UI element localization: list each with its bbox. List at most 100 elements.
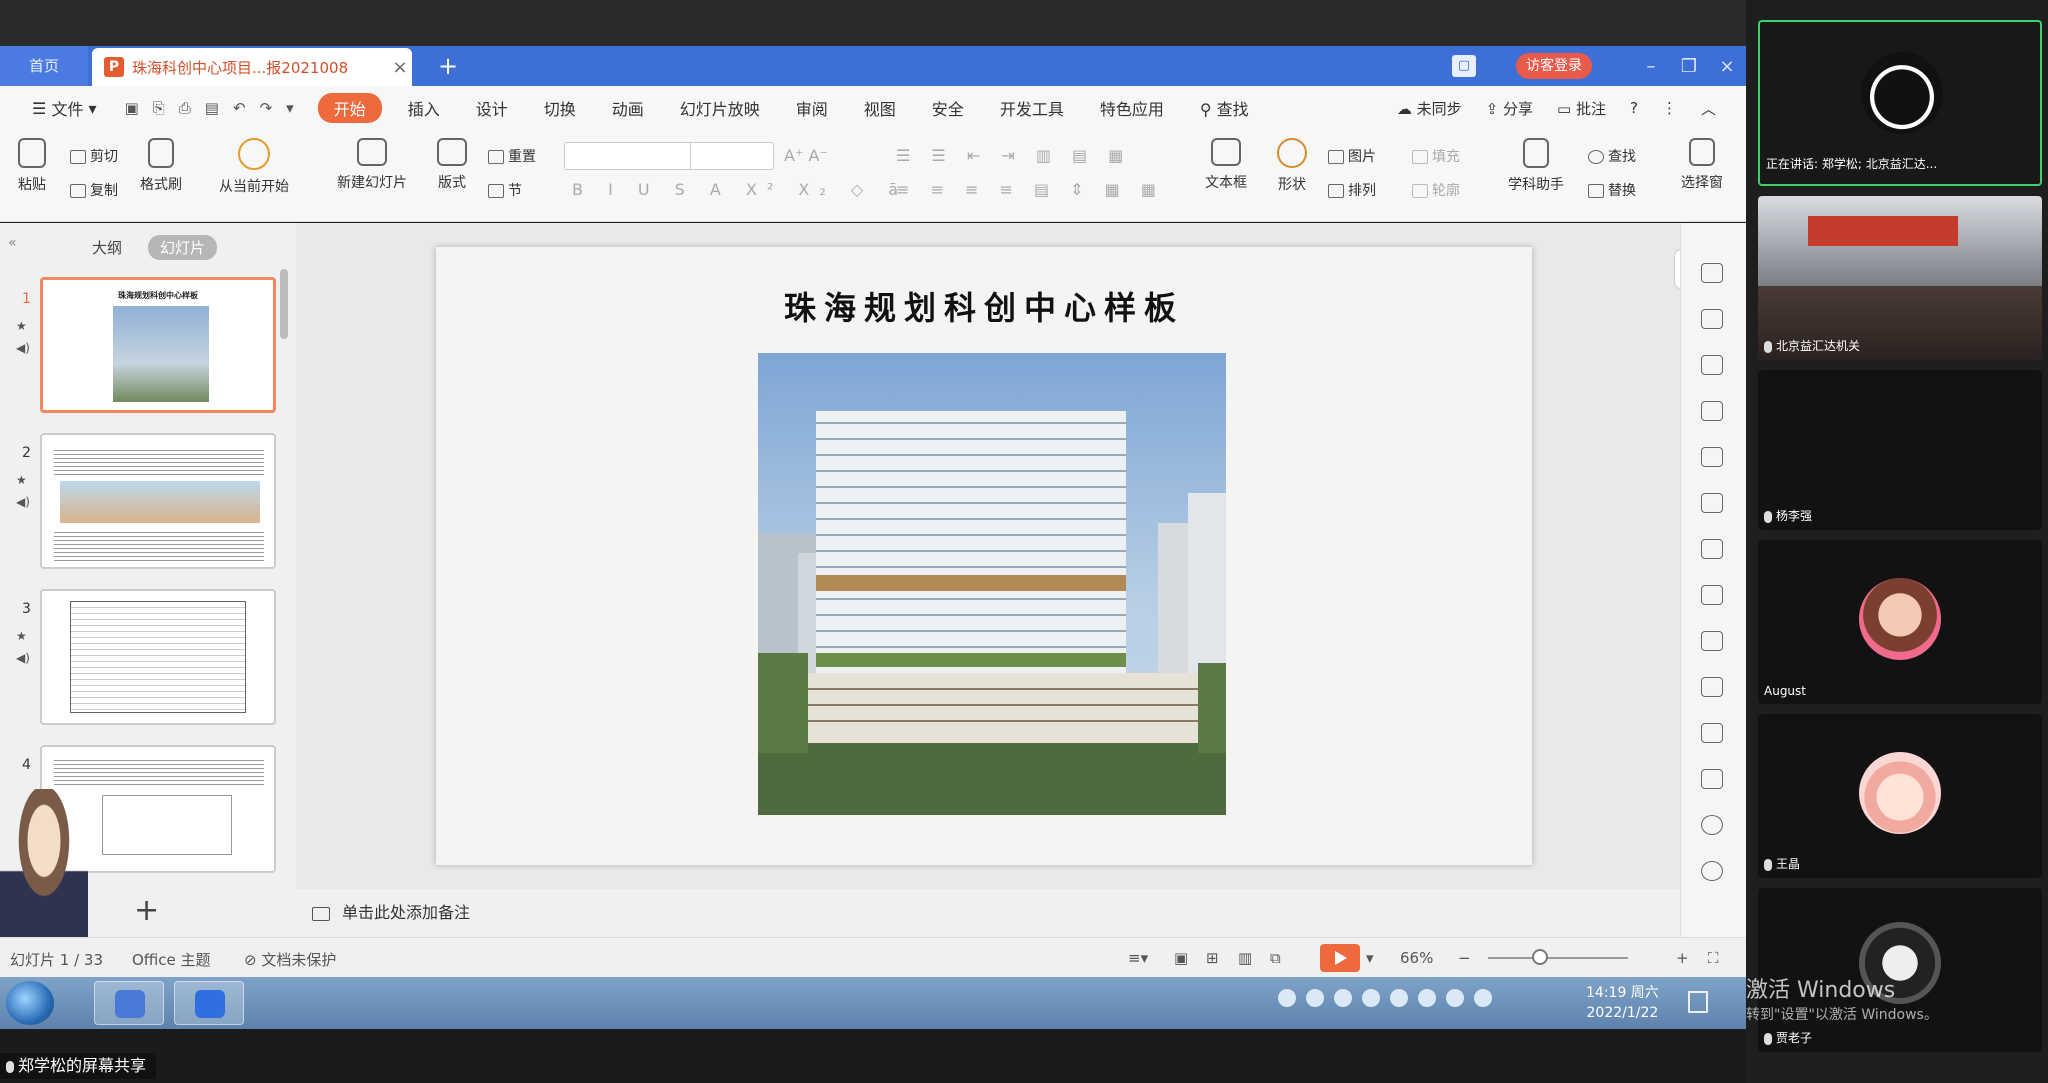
close-tab-icon[interactable]: × <box>388 57 412 78</box>
select-pane-button[interactable]: 选择窗 <box>1674 138 1730 192</box>
copy-format-icon[interactable] <box>1701 585 1723 605</box>
menu-design[interactable]: 设计 <box>458 96 526 120</box>
play-options-icon[interactable]: ▾ <box>1366 949 1374 967</box>
copy-button[interactable]: 复制 <box>70 180 118 200</box>
play-slideshow-button[interactable] <box>1320 944 1360 972</box>
taskbar-wps[interactable] <box>94 981 164 1025</box>
participant-tile-speaking[interactable]: 正在讲话: 郑学松; 北京益汇达... <box>1758 20 2042 186</box>
tray-icon[interactable] <box>1334 989 1352 1007</box>
menu-insert[interactable]: 插入 <box>390 96 458 120</box>
zoom-slider-knob[interactable] <box>1532 949 1548 965</box>
find-button[interactable]: 查找 <box>1588 146 1636 166</box>
format-painter-button[interactable]: 格式刷 <box>136 138 186 194</box>
current-slide[interactable]: 珠海规划科创中心样板 <box>436 247 1532 865</box>
normal-view-icon[interactable]: ▣ <box>1174 949 1188 967</box>
play-from-current-button[interactable]: 从当前开始 <box>208 138 300 196</box>
fit-window-icon[interactable]: ⛶ <box>1708 949 1719 967</box>
unsync-button[interactable]: ☁ 未同步 <box>1397 98 1462 119</box>
export-icon[interactable] <box>1701 631 1723 651</box>
taskbar-meeting[interactable] <box>174 981 244 1025</box>
zoom-out-icon[interactable]: − <box>1458 949 1471 967</box>
menu-special[interactable]: 特色应用 <box>1082 96 1182 120</box>
restore-icon[interactable]: ❐ <box>1670 56 1708 77</box>
theme-icon[interactable] <box>1701 401 1723 421</box>
audio-icon[interactable] <box>1701 769 1723 789</box>
font-style-buttons[interactable]: B I U S A X² X₂ ◇ ā <box>572 180 908 199</box>
zoom-in-icon[interactable]: + <box>1676 949 1689 967</box>
image-icon[interactable] <box>1701 723 1723 743</box>
chart-icon[interactable] <box>1701 493 1723 513</box>
history-icon[interactable] <box>1701 861 1723 881</box>
paste-button[interactable]: 粘贴 <box>10 138 54 194</box>
fill-button[interactable]: 填充 <box>1412 146 1460 166</box>
reset-button[interactable]: 重置 <box>488 146 536 166</box>
menu-start[interactable]: 开始 <box>317 93 382 123</box>
windows-start-icon[interactable] <box>6 981 54 1025</box>
font-size-select[interactable] <box>690 142 774 170</box>
section-button[interactable]: 节 <box>488 180 522 200</box>
slide-thumbnail-1[interactable]: 珠海规划科创中心样板 <box>40 277 276 413</box>
tab-slides[interactable]: 幻灯片 <box>148 235 218 260</box>
redo-icon[interactable]: ↷ <box>260 99 273 117</box>
file-menu[interactable]: ☰ 文件 ▾ <box>14 96 109 120</box>
menu-transition[interactable]: 切换 <box>526 96 594 120</box>
slide-thumbnail-2[interactable] <box>40 433 276 569</box>
print-icon[interactable]: ⎙ <box>179 99 191 117</box>
settings-icon[interactable] <box>1701 539 1723 559</box>
menu-slideshow[interactable]: 幻灯片放映 <box>662 96 778 120</box>
record-icon[interactable] <box>1701 815 1723 835</box>
close-window-icon[interactable]: × <box>1708 56 1746 77</box>
menu-security[interactable]: 安全 <box>914 96 982 120</box>
show-desktop-icon[interactable] <box>1688 991 1708 1013</box>
tab-home[interactable]: 首页 <box>0 46 88 86</box>
help-icon[interactable]: ? <box>1630 99 1638 117</box>
slide-thumbnail-3[interactable] <box>40 589 276 725</box>
notes-pane[interactable]: 单击此处添加备注 <box>296 889 1680 937</box>
customize-icon[interactable]: ▾ <box>286 99 294 117</box>
menu-search[interactable]: ⚲ 查找 <box>1182 96 1267 120</box>
participant-tile-5[interactable]: 王晶 <box>1758 714 2042 878</box>
more-icon[interactable]: ⋮ <box>1662 99 1677 117</box>
add-slide-button[interactable]: + <box>134 893 159 928</box>
zoom-level[interactable]: 66% <box>1400 949 1433 967</box>
participant-tile-4[interactable]: August <box>1758 540 2042 704</box>
reading-view-icon[interactable]: ▥ <box>1238 949 1252 967</box>
menu-view[interactable]: 视图 <box>846 96 914 120</box>
collapse-panel-icon[interactable]: « <box>8 235 17 251</box>
presenter-view-icon[interactable]: ⧉ <box>1270 949 1281 967</box>
new-slide-button[interactable]: 新建幻灯片 <box>326 138 418 192</box>
visitor-login-button[interactable]: 访客登录 <box>1516 53 1592 79</box>
slide-sorter-icon[interactable]: ⊞ <box>1206 949 1219 967</box>
layout-button[interactable]: 版式 <box>428 138 476 192</box>
document-protection[interactable]: ⊘ 文档未保护 <box>244 949 336 970</box>
archive-icon[interactable] <box>1701 677 1723 697</box>
paragraph-list-buttons[interactable]: ☰ ☰ ⇤ ⇥ ▥ ▤ ▦ <box>896 146 1131 165</box>
star-icon[interactable] <box>1701 263 1723 283</box>
zoom-slider-track[interactable] <box>1488 957 1628 959</box>
window-layout-icon[interactable]: ▢ <box>1452 55 1476 77</box>
save-icon[interactable]: ▣ <box>125 99 139 117</box>
grid-icon[interactable] <box>1701 447 1723 467</box>
participant-tile-6[interactable]: 贾老子 <box>1758 888 2042 1052</box>
replace-button[interactable]: 替换 <box>1588 180 1636 200</box>
minimize-icon[interactable]: – <box>1632 56 1670 77</box>
tab-document[interactable]: P 珠海科创中心项目...报2021008 × <box>92 48 412 86</box>
menu-review[interactable]: 审阅 <box>778 96 846 120</box>
layers-icon[interactable] <box>1701 355 1723 375</box>
tray-icon[interactable] <box>1390 989 1408 1007</box>
collapse-ribbon-icon[interactable]: ︿ <box>1701 98 1716 119</box>
taskbar-clock[interactable]: 14:19 周六 2022/1/22 <box>1586 983 1659 1023</box>
shapes-icon[interactable] <box>1701 309 1723 329</box>
share-button[interactable]: ⇪ 分享 <box>1486 98 1533 119</box>
notes-toggle-icon[interactable]: ≡▾ <box>1128 949 1148 967</box>
network-icon[interactable] <box>1446 989 1464 1007</box>
picture-button[interactable]: 图片 <box>1328 146 1376 166</box>
menu-animation[interactable]: 动画 <box>594 96 662 120</box>
participant-tile-2[interactable]: 北京益汇达机关 <box>1758 196 2042 360</box>
paragraph-align-buttons[interactable]: ≡ ≡ ≡ ≡ ▤ ⇕ ▦ ▦ <box>896 180 1164 199</box>
tray-icon[interactable] <box>1278 989 1296 1007</box>
shape-button[interactable]: 形状 <box>1266 138 1318 194</box>
arrange-button[interactable]: 排列 <box>1328 180 1376 200</box>
menu-developer[interactable]: 开发工具 <box>982 96 1082 120</box>
textbox-button[interactable]: 文本框 <box>1196 138 1256 192</box>
